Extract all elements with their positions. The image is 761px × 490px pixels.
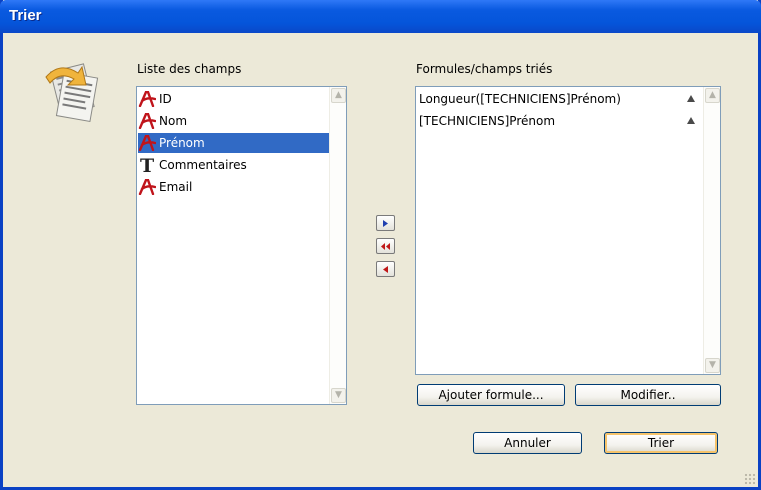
field-item[interactable]: Prénom	[138, 133, 345, 153]
scroll-up-icon[interactable]: ▲	[705, 88, 720, 103]
cancel-button[interactable]: Annuler	[473, 432, 582, 454]
window-title: Trier	[9, 7, 42, 24]
field-label: Nom	[159, 114, 188, 128]
sorted-item[interactable]: Longueur([TECHNICIENS]Prénom)	[417, 89, 703, 109]
scroll-up-icon[interactable]: ▲	[331, 88, 346, 103]
scroll-down-icon[interactable]: ▼	[705, 358, 720, 373]
fields-scrollbar[interactable]: ▲ ▼	[329, 87, 346, 404]
sorted-fields-list[interactable]: Longueur([TECHNICIENS]Prénom) [TECHNICIEN…	[415, 86, 721, 375]
field-label: ID	[159, 92, 172, 106]
modify-button[interactable]: Modifier..	[575, 384, 721, 406]
sorted-list-label: Formules/champs triés	[416, 62, 553, 76]
sorted-item-label: [TECHNICIENS]Prénom	[419, 114, 556, 128]
field-label: Email	[159, 180, 193, 194]
remove-field-button[interactable]	[376, 261, 395, 277]
sort-button[interactable]: Trier	[604, 432, 718, 454]
field-item[interactable]: Email	[138, 177, 345, 197]
field-label: Prénom	[159, 136, 205, 150]
fields-list-label: Liste des champs	[137, 62, 242, 76]
alpha-field-icon	[138, 177, 156, 197]
alpha-field-icon	[138, 89, 156, 109]
alpha-field-icon	[138, 133, 156, 153]
sort-dialog: Trier Liste des champs Formules/champs t…	[0, 0, 761, 490]
resize-grip[interactable]	[744, 473, 756, 485]
add-field-button[interactable]	[376, 215, 395, 231]
sort-ascending-icon[interactable]	[687, 95, 695, 102]
text-field-icon: T	[138, 155, 156, 175]
sorted-item-label: Longueur([TECHNICIENS]Prénom)	[419, 92, 621, 106]
field-item[interactable]: T Commentaires	[138, 155, 345, 175]
title-bar[interactable]: Trier	[0, 0, 761, 33]
fields-list[interactable]: ID Nom Prénom T Commentaires Email ▲ ▼	[136, 86, 347, 405]
alpha-field-icon	[138, 111, 156, 131]
svg-text:T: T	[140, 156, 154, 174]
scroll-down-icon[interactable]: ▼	[331, 388, 346, 403]
add-formula-button[interactable]: Ajouter formule...	[417, 384, 565, 406]
field-item[interactable]: ID	[138, 89, 345, 109]
sorted-item[interactable]: [TECHNICIENS]Prénom	[417, 111, 703, 131]
sorted-scrollbar[interactable]: ▲ ▼	[703, 87, 720, 374]
sort-documents-icon	[38, 57, 110, 127]
remove-left-arrow-icon	[383, 265, 388, 273]
field-label: Commentaires	[159, 158, 247, 172]
remove-all-double-arrow-icon	[381, 242, 390, 250]
field-item[interactable]: Nom	[138, 111, 345, 131]
add-right-arrow-icon	[383, 219, 388, 227]
remove-all-button[interactable]	[376, 238, 395, 254]
sort-ascending-icon[interactable]	[687, 117, 695, 124]
